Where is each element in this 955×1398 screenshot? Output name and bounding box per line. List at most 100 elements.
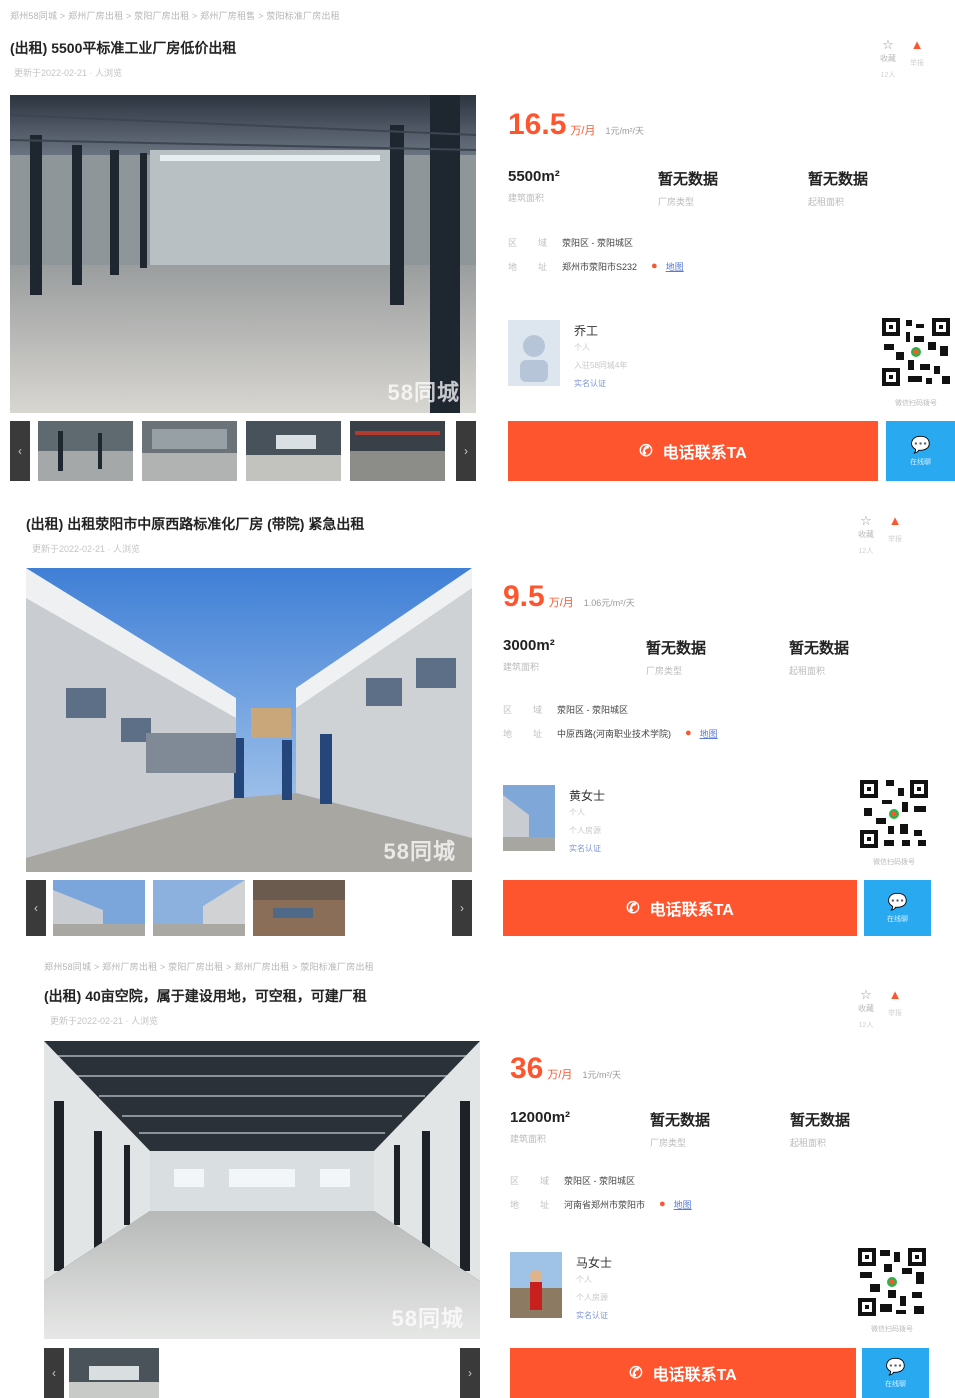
spec-item: 5500m² 建筑面积 bbox=[508, 168, 560, 203]
phone-icon: ✆ bbox=[626, 900, 640, 917]
agent-role: 个人 bbox=[574, 343, 590, 352]
favorite-button[interactable]: ☆ 收藏 12人 bbox=[858, 514, 874, 556]
chat-button[interactable]: 💬 在线聊 bbox=[862, 1348, 929, 1398]
price-unit: 万/月 bbox=[570, 125, 596, 137]
location-pin-icon: ● bbox=[685, 727, 692, 739]
report-button[interactable]: ▲ 举报 bbox=[910, 38, 924, 68]
listing-title[interactable]: (出租) 40亩空院，属于建设用地，可空租，可建厂租 bbox=[44, 986, 367, 1006]
thumbnail[interactable] bbox=[350, 421, 445, 481]
star-icon: ☆ bbox=[860, 987, 872, 1002]
agent-role: 个人 bbox=[569, 808, 585, 817]
chat-icon: 💬 bbox=[887, 894, 908, 911]
thumbnail[interactable] bbox=[142, 421, 237, 481]
call-button[interactable]: ✆ 电话联系TA bbox=[510, 1348, 856, 1398]
spec-item: 暂无数据 厂房类型 bbox=[658, 171, 719, 207]
map-link[interactable]: 地图 bbox=[666, 260, 684, 273]
spec-item: 暂无数据 起租面积 bbox=[789, 640, 850, 676]
price-block: 36 万/月 1元/m²/天 bbox=[510, 1052, 621, 1086]
agent-name[interactable]: 马女士 bbox=[576, 1254, 612, 1271]
thumbnail[interactable] bbox=[253, 880, 345, 936]
area-value[interactable]: 荥阳区 - 荥阳城区 bbox=[557, 703, 628, 716]
price-unit: 万/月 bbox=[548, 597, 574, 609]
location-info: 区域荥阳区 - 荥阳城区 地址河南省郑州市荥阳市 ● 地图 bbox=[510, 1174, 692, 1211]
avatar[interactable] bbox=[503, 785, 555, 851]
next-arrow-button[interactable]: › bbox=[456, 421, 476, 481]
spec-item: 暂无数据 厂房类型 bbox=[646, 640, 707, 676]
favorite-button[interactable]: ☆ 收藏 12人 bbox=[858, 988, 874, 1030]
breadcrumb[interactable]: 郑州58同城 > 郑州厂房出租 > 荥阳厂房出租 > 郑州厂房租售 > 荥阳标准… bbox=[10, 9, 340, 22]
verified-badge: 实名认证 bbox=[569, 844, 601, 853]
qr-caption: 微信扫码拨号 bbox=[895, 400, 937, 407]
area-value[interactable]: 荥阳区 - 荥阳城区 bbox=[564, 1174, 635, 1187]
main-photo[interactable]: 58同城 bbox=[10, 95, 476, 413]
spec-item: 暂无数据 起租面积 bbox=[790, 1112, 851, 1148]
spec-list: 5500m² 建筑面积 暂无数据 厂房类型 暂无数据 起租面积 bbox=[508, 168, 955, 208]
phone-icon: ✆ bbox=[639, 443, 653, 460]
price-block: 9.5 万/月 1.06元/m²/天 bbox=[503, 580, 635, 614]
avatar[interactable] bbox=[508, 320, 560, 386]
price: 36 bbox=[510, 1052, 544, 1085]
thumbnail-strip: ‹ › bbox=[10, 421, 476, 481]
agent-shop: 个人房源 bbox=[569, 826, 601, 835]
location-info: 区域荥阳区 - 荥阳城区 地址郑州市荥阳市S232 ● 地图 bbox=[508, 236, 684, 273]
listing-meta: 更新于2022-02-21 · 人浏览 bbox=[32, 544, 141, 554]
spec-item: 暂无数据 起租面积 bbox=[808, 171, 869, 207]
unit-price: 1元/m²/天 bbox=[605, 126, 644, 136]
listing-tools: ☆ 收藏 12人 ▲ 举报 bbox=[880, 38, 924, 80]
address-value: 中原西路(河南职业技术学院) bbox=[557, 728, 671, 739]
watermark: 58同城 bbox=[391, 1306, 464, 1331]
qr-code bbox=[856, 1246, 928, 1318]
star-icon: ☆ bbox=[860, 513, 872, 528]
unit-price: 1.06元/m²/天 bbox=[583, 598, 635, 608]
address-value: 河南省郑州市荥阳市 bbox=[564, 1199, 646, 1210]
call-button[interactable]: ✆ 电话联系TA bbox=[503, 880, 857, 936]
listing-card: (出租) 出租荥阳市中原西路标准化厂房 (带院) 紧急出租 更新于2022-02… bbox=[0, 490, 955, 950]
thumbnail[interactable] bbox=[38, 421, 133, 481]
main-photo[interactable]: 58同城 bbox=[26, 568, 472, 872]
prev-arrow-button[interactable]: ‹ bbox=[26, 880, 46, 936]
phone-icon: ✆ bbox=[629, 1365, 643, 1382]
area-value[interactable]: 荥阳区 - 荥阳城区 bbox=[562, 236, 633, 249]
next-arrow-button[interactable]: › bbox=[452, 880, 472, 936]
main-photo[interactable]: 58同城 bbox=[44, 1041, 480, 1339]
avatar[interactable] bbox=[510, 1252, 562, 1318]
agent-name[interactable]: 黄女士 bbox=[569, 787, 605, 804]
thumbnail[interactable] bbox=[153, 880, 245, 936]
thumbnail-strip: ‹ › bbox=[44, 1348, 480, 1398]
report-button[interactable]: ▲ 举报 bbox=[888, 514, 902, 544]
empty-warehouse-photo bbox=[44, 1041, 480, 1339]
report-icon: ▲ bbox=[888, 987, 902, 1002]
listing-meta: 更新于2022-02-21 · 人浏览 bbox=[14, 68, 123, 78]
prev-arrow-button[interactable]: ‹ bbox=[44, 1348, 64, 1398]
call-button[interactable]: ✆ 电话联系TA bbox=[508, 421, 878, 481]
thumbnail[interactable] bbox=[53, 880, 145, 936]
listing-tools: ☆ 收藏 12人 ▲ 举报 bbox=[858, 514, 902, 556]
location-pin-icon: ● bbox=[651, 260, 658, 272]
thumbnail[interactable] bbox=[69, 1348, 159, 1398]
agent-card: 马女士 个人 个人房源 实名认证 bbox=[510, 1252, 720, 1320]
next-arrow-button[interactable]: › bbox=[460, 1348, 480, 1398]
report-button[interactable]: ▲ 举报 bbox=[888, 988, 902, 1018]
chat-icon: 💬 bbox=[885, 1359, 906, 1376]
listing-title[interactable]: (出租) 出租荥阳市中原西路标准化厂房 (带院) 紧急出租 bbox=[26, 514, 364, 534]
unit-price: 1元/m²/天 bbox=[582, 1070, 621, 1080]
listing-title[interactable]: (出租) 5500平标准工业厂房低价出租 bbox=[10, 38, 236, 58]
location-pin-icon: ● bbox=[659, 1198, 666, 1210]
spec-list: 3000m² 建筑面积 暂无数据 厂房类型 暂无数据 起租面积 bbox=[503, 637, 932, 677]
listing-tools: ☆ 收藏 12人 ▲ 举报 bbox=[858, 988, 902, 1030]
agent-name[interactable]: 乔工 bbox=[574, 322, 598, 339]
favorite-button[interactable]: ☆ 收藏 12人 bbox=[880, 38, 896, 80]
breadcrumb[interactable]: 郑州58同城 > 郑州厂房出租 > 荥阳厂房出租 > 郑州厂房出租 > 荥阳标准… bbox=[44, 960, 374, 973]
qr-caption: 微信扫码拨号 bbox=[871, 1326, 913, 1333]
map-link[interactable]: 地图 bbox=[700, 727, 718, 740]
qr-code bbox=[880, 316, 952, 388]
verified-badge: 实名认证 bbox=[576, 1311, 608, 1320]
thumbnail[interactable] bbox=[246, 421, 341, 481]
listing-meta: 更新于2022-02-21 · 人浏览 bbox=[50, 1016, 159, 1026]
prev-arrow-button[interactable]: ‹ bbox=[10, 421, 30, 481]
agent-card: 乔工 个人 入驻58同城4年 实名认证 bbox=[508, 320, 708, 392]
chat-button[interactable]: 💬 在线聊 bbox=[864, 880, 931, 936]
map-link[interactable]: 地图 bbox=[674, 1198, 692, 1211]
price: 16.5 bbox=[508, 108, 567, 141]
chat-button[interactable]: 💬 在线聊 bbox=[886, 421, 955, 481]
